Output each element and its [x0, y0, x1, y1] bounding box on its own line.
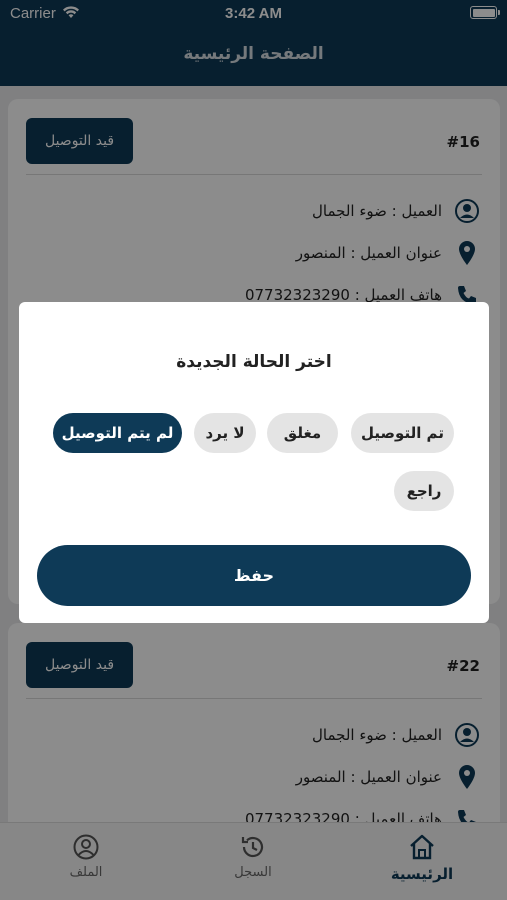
status-option-delivered[interactable]: تم التوصيل: [351, 413, 454, 453]
dialog-title: اختر الحالة الجديدة: [176, 352, 332, 372]
save-button[interactable]: حفظ: [37, 545, 471, 606]
status-option-not-delivered[interactable]: لم يتم التوصيل: [53, 413, 182, 453]
status-option-no-answer[interactable]: لا يرد: [194, 413, 256, 453]
status-option-closed[interactable]: مغلق: [267, 413, 338, 453]
status-dialog: اختر الحالة الجديدة تم التوصيل مغلق لا ي…: [19, 302, 489, 623]
status-option-returned[interactable]: راجع: [394, 471, 454, 511]
